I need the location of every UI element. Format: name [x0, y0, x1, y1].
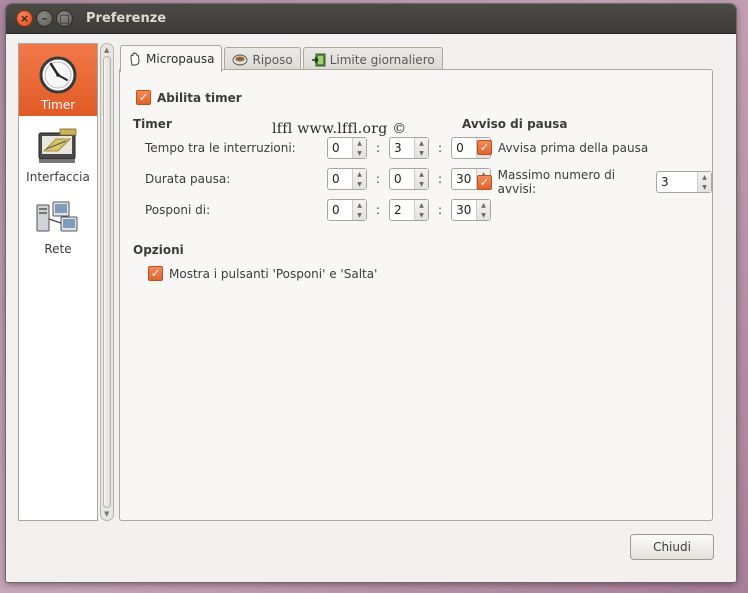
separator: :	[376, 172, 381, 186]
sidebar-item-timer[interactable]: Timer	[19, 44, 97, 116]
close-window-button[interactable]: ×	[16, 10, 33, 27]
separator: :	[438, 141, 443, 155]
interval-hours-spinner[interactable]: 0 ▲ ▼	[327, 137, 367, 159]
network-icon	[36, 201, 78, 232]
separator: :	[376, 203, 381, 217]
tab-panel-micropausa: ✓ Abilita timer Timer Tempo tra le inter…	[119, 69, 713, 521]
warn-before-row: ✓ Avvisa prima della pausa	[477, 140, 648, 155]
postpone-hours-spinner[interactable]: 0 ▲ ▼	[327, 199, 367, 221]
interval-label: Tempo tra le interruzioni:	[145, 141, 296, 155]
max-warnings-checkbox[interactable]: ✓	[477, 174, 492, 190]
scroll-down-icon[interactable]: ▼	[104, 510, 109, 518]
scrollbar-thumb[interactable]	[103, 56, 111, 508]
tab-micropausa[interactable]: Micropausa	[120, 45, 223, 72]
max-warnings-row: ✓ Massimo numero di avvisi: 3 ▲ ▼	[477, 168, 712, 196]
minimize-window-button[interactable]: –	[36, 10, 53, 27]
separator: :	[438, 203, 443, 217]
notice-heading: Avviso di pausa	[462, 117, 568, 131]
interval-row: Tempo tra le interruzioni: 0 ▲ ▼ : 3 ▲ ▼ : 0…	[145, 137, 492, 159]
tab-riposo[interactable]: Riposo	[224, 47, 301, 71]
separator: :	[376, 141, 381, 155]
exit-icon	[311, 53, 326, 66]
show-buttons-checkbox[interactable]: ✓	[148, 266, 163, 281]
interval-minutes-spinner[interactable]: 3 ▲ ▼	[389, 137, 430, 159]
tab-label: Riposo	[252, 52, 293, 67]
postpone-minutes-spinner[interactable]: 2 ▲ ▼	[389, 199, 430, 221]
show-buttons-row: ✓ Mostra i pulsanti 'Posponi' e 'Salta'	[148, 266, 377, 281]
close-button[interactable]: Chiudi	[630, 534, 714, 560]
sidebar-item-label: Rete	[44, 242, 72, 256]
break-duration-label: Durata pausa:	[145, 172, 231, 186]
tab-bar: Micropausa Riposo Limite giornaliero	[120, 45, 445, 72]
warn-before-checkbox[interactable]: ✓	[477, 140, 492, 155]
break-duration-row: Durata pausa: 0▲▼ : 0▲▼ : 30▲▼	[145, 168, 492, 190]
max-warnings-label[interactable]: Massimo numero di avvisi:	[498, 168, 653, 196]
window-title: Preferenze	[86, 11, 167, 26]
postpone-seconds-spinner[interactable]: 30 ▲ ▼	[451, 199, 492, 221]
separator: :	[438, 172, 443, 186]
category-sidebar: Timer Interfaccia Rete	[18, 43, 98, 521]
title-bar: × – □ Preferenze	[6, 4, 736, 34]
duration-hours-spinner[interactable]: 0 ▲ ▼	[327, 168, 367, 190]
postpone-row: Posponi di: 0 ▲ ▼ : 2 ▲ ▼ : 30 ▲ ▼	[145, 199, 492, 221]
sidebar-item-rete[interactable]: Rete	[19, 188, 97, 260]
enable-timer-row: ✓ Abilita timer	[136, 90, 242, 105]
enable-timer-label[interactable]: Abilita timer	[157, 91, 242, 105]
hand-icon	[130, 52, 140, 66]
duration-minutes-spinner[interactable]: 0 ▲ ▼	[389, 168, 430, 190]
postpone-label: Posponi di:	[145, 203, 211, 217]
sidebar-item-interfaccia[interactable]: Interfaccia	[19, 116, 97, 188]
options-heading: Opzioni	[133, 243, 184, 257]
timer-heading: Timer	[133, 117, 172, 131]
maximize-window-button[interactable]: □	[56, 10, 73, 27]
max-warnings-spinner[interactable]: 3 ▲ ▼	[656, 171, 712, 193]
interface-icon	[38, 128, 77, 163]
clock-icon	[39, 56, 77, 94]
enable-timer-checkbox[interactable]: ✓	[136, 90, 151, 105]
sidebar-item-label: Timer	[40, 98, 76, 112]
warn-before-label[interactable]: Avvisa prima della pausa	[498, 141, 648, 155]
show-buttons-label[interactable]: Mostra i pulsanti 'Posponi' e 'Salta'	[169, 267, 377, 281]
tab-label: Limite giornaliero	[329, 52, 435, 67]
sidebar-item-label: Interfaccia	[26, 170, 90, 184]
tab-limite-giornaliero[interactable]: Limite giornaliero	[302, 47, 443, 71]
tab-label: Micropausa	[146, 52, 215, 66]
watermark-text: lffl www.lffl.org ©	[272, 121, 407, 137]
scroll-up-icon[interactable]: ▲	[104, 46, 109, 54]
cup-icon	[233, 54, 248, 65]
sidebar-scrollbar[interactable]: ▲ ▼	[100, 43, 114, 521]
